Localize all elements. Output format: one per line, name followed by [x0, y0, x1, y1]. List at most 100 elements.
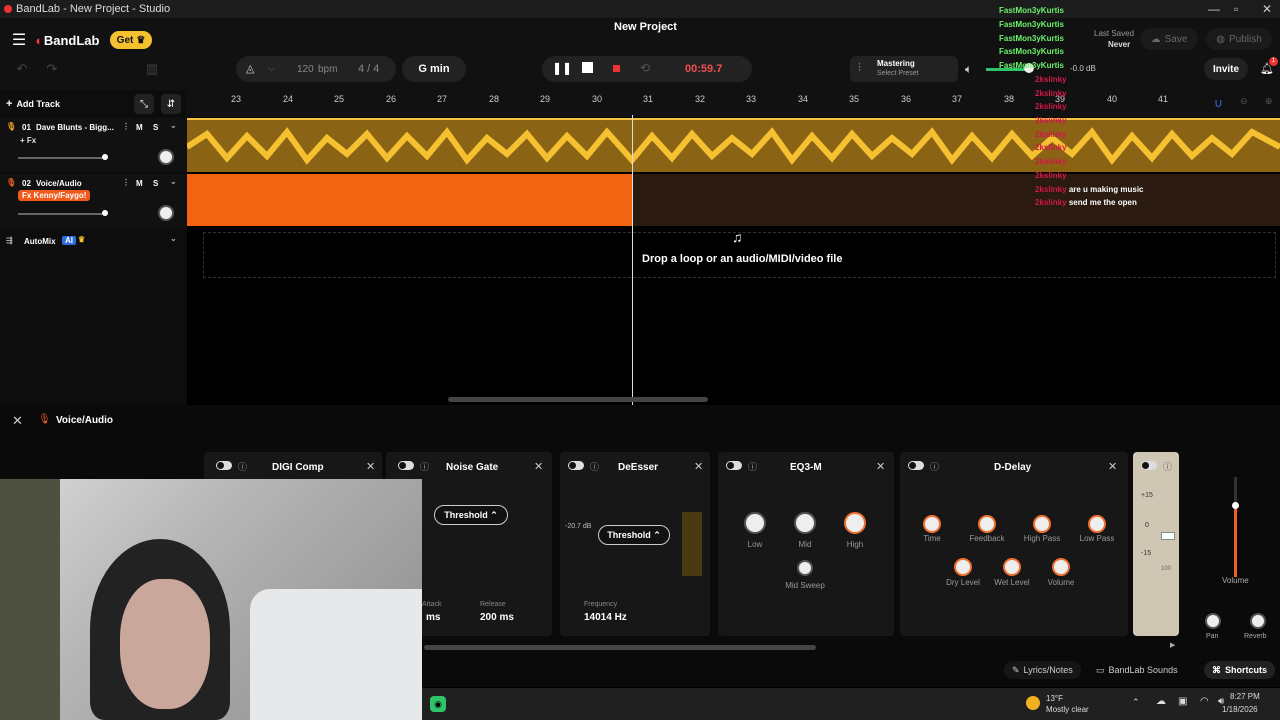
speaker-icon[interactable]: 🔈︎ — [965, 62, 972, 77]
chevron-down-icon[interactable]: ⌄ — [170, 121, 177, 130]
pause-icon[interactable]: ❚❚ — [552, 61, 572, 75]
bpm-value[interactable]: 120 — [297, 64, 314, 75]
mastering-button[interactable]: ⫶ Mastering Select Preset — [850, 56, 958, 82]
recorded-audio-clip[interactable] — [187, 174, 632, 226]
stop-icon[interactable] — [582, 62, 593, 73]
wifi-icon[interactable]: ◠ — [1200, 696, 1209, 707]
low-pass-knob[interactable] — [1088, 515, 1106, 533]
track-volume-slider[interactable] — [18, 213, 104, 215]
fx-scrollbar[interactable] — [424, 645, 816, 650]
bandlab-logo[interactable]: ◖ BandLab — [34, 30, 99, 50]
info-icon[interactable]: ⓘ — [590, 460, 599, 473]
fx-chip[interactable]: Fx Kenny/Faygo! — [18, 190, 91, 201]
dry-level-knob[interactable] — [954, 558, 972, 576]
attack-value[interactable]: ms — [426, 612, 440, 623]
track-pan-knob[interactable] — [158, 149, 174, 165]
close-icon[interactable]: ✕ — [366, 460, 375, 473]
fader-thumb[interactable] — [1161, 532, 1175, 540]
threshold-control[interactable]: Threshold ⌃ — [434, 505, 508, 525]
threshold-control[interactable]: Threshold ⌃ — [598, 525, 670, 545]
device-toggle[interactable] — [398, 461, 414, 470]
low-knob[interactable] — [744, 512, 766, 534]
loop-icon[interactable]: ⟲ — [640, 61, 650, 75]
fx-device[interactable]: ⓘ DeEsser ✕ -20.7 dB Threshold ⌃ Frequen… — [560, 452, 710, 636]
high-knob[interactable] — [844, 512, 866, 534]
shortcuts-button[interactable]: ⌘ Shortcuts — [1204, 661, 1276, 679]
track-volume-slider[interactable] — [18, 157, 104, 159]
track-menu-icon[interactable]: ⋮ — [122, 122, 130, 131]
fx-device[interactable]: ⓘ D-Delay ✕ Time Feedback High Pass Low … — [900, 452, 1128, 636]
wet-level-knob[interactable] — [1003, 558, 1021, 576]
track-row[interactable]: 🎙︎ 01 Dave Blunts - Bigg... ⋮ M S ⌄ + Fx — [0, 118, 187, 172]
key-selector[interactable]: G min — [402, 56, 466, 82]
time-knob[interactable] — [923, 515, 941, 533]
reverb-knob[interactable] — [1250, 613, 1266, 629]
frequency-value[interactable]: 14014 Hz — [584, 612, 627, 623]
automation-icon[interactable]: ⤡ — [134, 94, 154, 114]
project-title[interactable]: New Project — [614, 21, 677, 33]
release-value[interactable]: 200 ms — [480, 612, 514, 623]
channel-volume-thumb[interactable] — [1232, 502, 1239, 509]
cloud-icon[interactable]: ☁︎ — [1156, 696, 1166, 707]
mixer-icon[interactable]: ▥ — [140, 58, 164, 80]
mute-button[interactable]: M — [136, 123, 143, 132]
time-signature[interactable]: 4 / 4 — [358, 63, 379, 75]
track-pan-knob[interactable] — [158, 205, 174, 221]
track-menu-icon[interactable]: ⋮ — [122, 178, 130, 187]
add-fx-button[interactable]: + Fx — [20, 136, 36, 145]
bandlab-sounds-button[interactable]: ▭ BandLab Sounds — [1092, 661, 1182, 679]
lyrics-notes-button[interactable]: ✎ Lyrics/Notes — [1004, 661, 1081, 679]
device-toggle[interactable] — [216, 461, 232, 470]
track-name[interactable]: Dave Blunts - Bigg... — [36, 123, 114, 132]
fx-device[interactable]: ⓘ EQ3-M ✕ Low Mid High Mid Sweep — [718, 452, 894, 636]
info-icon[interactable]: ⓘ — [420, 460, 429, 473]
track-volume-thumb[interactable] — [102, 210, 108, 216]
clock-time[interactable]: 8:27 PM — [1230, 692, 1260, 701]
track-settings-icon[interactable]: ⇵ — [161, 94, 181, 114]
track-name[interactable]: Voice/Audio — [36, 179, 82, 188]
solo-button[interactable]: S — [153, 123, 158, 132]
device-toggle[interactable] — [908, 461, 924, 470]
drop-zone[interactable]: ♫ Drop a loop or an audio/MIDI/video fil… — [203, 229, 1276, 278]
solo-button[interactable]: S — [153, 179, 158, 188]
mute-button[interactable]: M — [136, 179, 143, 188]
mid-knob[interactable] — [794, 512, 816, 534]
app-taskbar-icon[interactable]: ◉ — [430, 696, 446, 712]
device-toggle[interactable] — [726, 461, 742, 470]
info-icon[interactable]: ⓘ — [930, 460, 939, 473]
close-icon[interactable]: ✕ — [12, 413, 23, 429]
info-icon[interactable]: ⓘ — [748, 460, 757, 473]
automix-row[interactable]: ⇶ AutoMix AI ♛ ⌄ — [0, 230, 187, 254]
horizontal-scrollbar[interactable] — [448, 397, 708, 402]
tray-chevron-icon[interactable]: ⌃ — [1132, 697, 1140, 708]
track-row[interactable]: 🎙︎ 02 Voice/Audio ⋮ M S ⌄ Fx Kenny/Faygo… — [0, 174, 187, 228]
metronome-dropdown-icon[interactable]: ⌵ — [268, 63, 275, 74]
record-icon[interactable] — [613, 65, 620, 72]
tray-app-icon[interactable]: ▣ — [1178, 696, 1187, 707]
info-icon[interactable]: ⓘ — [238, 460, 247, 473]
close-icon[interactable]: ✕ — [534, 460, 543, 473]
device-toggle[interactable] — [568, 461, 584, 470]
redo-icon[interactable]: ↷ — [40, 58, 64, 80]
playhead[interactable] — [632, 115, 633, 405]
close-icon[interactable]: ✕ — [1108, 460, 1117, 473]
clock-date[interactable]: 1/18/2026 — [1222, 705, 1258, 714]
info-icon[interactable]: ⓘ — [1163, 460, 1172, 473]
volume-knob[interactable] — [1052, 558, 1070, 576]
high-pass-knob[interactable] — [1033, 515, 1051, 533]
add-track-button[interactable]: + Add Track — [6, 96, 60, 112]
eq-fader-device[interactable]: ⓘ +15 0 -15 100 — [1133, 452, 1179, 636]
feedback-knob[interactable] — [978, 515, 996, 533]
mid-sweep-knob[interactable] — [797, 560, 813, 576]
metronome-icon[interactable]: ◬ — [246, 62, 254, 75]
scroll-right-icon[interactable]: ▶ — [1170, 641, 1175, 649]
pan-knob[interactable] — [1205, 613, 1221, 629]
chevron-down-icon[interactable]: ⌄ — [170, 234, 177, 243]
menu-icon[interactable]: ☰ — [10, 32, 28, 49]
get-membership-button[interactable]: Get ♛ — [110, 31, 152, 49]
close-icon[interactable]: ✕ — [876, 460, 885, 473]
track-volume-thumb[interactable] — [102, 154, 108, 160]
undo-icon[interactable]: ↶ — [10, 58, 34, 80]
chevron-down-icon[interactable]: ⌄ — [170, 177, 177, 186]
device-toggle[interactable] — [1141, 461, 1157, 470]
